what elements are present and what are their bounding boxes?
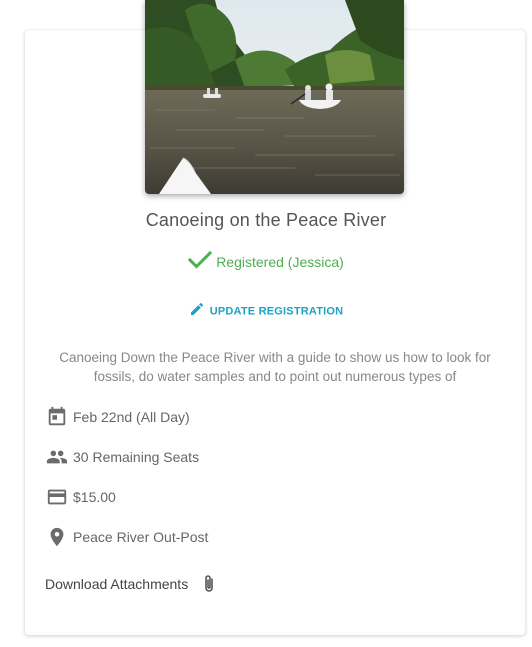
event-date-row: Feb 22nd (All Day) bbox=[45, 405, 190, 429]
people-icon bbox=[45, 445, 69, 469]
event-photo bbox=[145, 0, 404, 194]
event-date: Feb 22nd (All Day) bbox=[73, 409, 190, 425]
event-location-row: Peace River Out-Post bbox=[45, 525, 208, 549]
check-icon bbox=[188, 250, 213, 273]
registration-status: Registered (Jessica) bbox=[0, 250, 532, 275]
update-registration-label: UPDATE REGISTRATION bbox=[209, 305, 344, 318]
update-registration-button[interactable]: UPDATE REGISTRATION bbox=[0, 302, 532, 321]
paperclip-icon bbox=[202, 574, 216, 594]
credit-card-icon bbox=[45, 485, 69, 509]
event-price-row: $15.00 bbox=[45, 485, 116, 509]
event-location: Peace River Out-Post bbox=[73, 529, 209, 545]
event-price: $15.00 bbox=[73, 489, 116, 505]
download-attachments-label: Download Attachments bbox=[45, 576, 189, 592]
event-description: Canoeing Down the Peace River with a gui… bbox=[59, 350, 491, 384]
remaining-seats: 30 Remaining Seats bbox=[73, 449, 200, 465]
event-seats-row: 30 Remaining Seats bbox=[45, 445, 199, 469]
calendar-icon bbox=[45, 405, 69, 429]
registration-status-text: Registered (Jessica) bbox=[216, 254, 344, 271]
event-title: Canoeing on the Peace River bbox=[145, 210, 387, 230]
pencil-icon bbox=[189, 301, 205, 320]
location-pin-icon bbox=[45, 525, 69, 549]
download-attachments-button[interactable]: Download Attachments bbox=[45, 574, 216, 594]
